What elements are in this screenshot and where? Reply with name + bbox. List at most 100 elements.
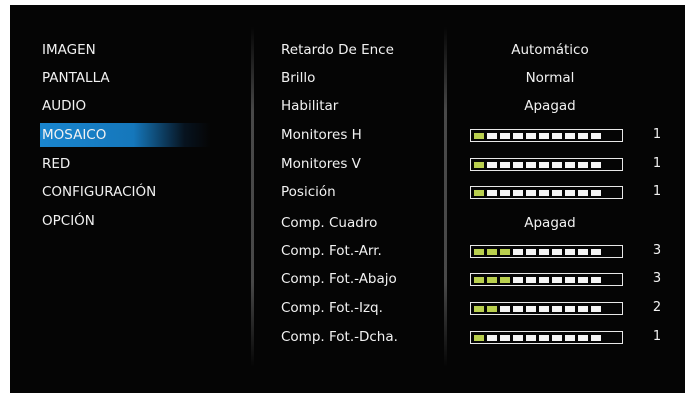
menu-item-label: RED bbox=[42, 156, 71, 172]
slider-segment bbox=[578, 189, 588, 196]
setting-label-habilitar[interactable]: Habilitar bbox=[281, 94, 338, 118]
setting-label-comp-dcha[interactable]: Comp. Fot.-Dcha. bbox=[281, 325, 398, 349]
slider-segment bbox=[578, 161, 588, 168]
menu-item-audio[interactable]: AUDIO bbox=[38, 94, 208, 118]
setting-value-habilitar[interactable]: Apagad bbox=[460, 94, 640, 118]
setting-label-monitores-v[interactable]: Monitores V bbox=[281, 152, 361, 176]
column-divider bbox=[251, 27, 254, 367]
setting-label-brillo[interactable]: Brillo bbox=[281, 66, 315, 90]
slider-value-comp-dcha: 1 bbox=[652, 329, 662, 344]
slider-segment bbox=[513, 305, 523, 312]
slider-segment bbox=[526, 334, 536, 341]
slider-segment bbox=[513, 334, 523, 341]
slider-segment bbox=[513, 189, 523, 196]
slider-segment bbox=[474, 334, 484, 341]
slider-segment bbox=[565, 248, 575, 255]
slider-segment bbox=[500, 334, 510, 341]
column-divider bbox=[444, 27, 447, 367]
slider-segment bbox=[591, 334, 601, 341]
slider-comp-abajo[interactable] bbox=[470, 273, 623, 286]
slider-segment bbox=[578, 248, 588, 255]
menu-item-label: OPCIÓN bbox=[42, 213, 95, 229]
slider-segment bbox=[487, 132, 497, 139]
setting-label-posicion[interactable]: Posición bbox=[281, 180, 336, 204]
setting-label-monitores-h[interactable]: Monitores H bbox=[281, 123, 362, 147]
slider-segment bbox=[500, 189, 510, 196]
slider-segment bbox=[565, 189, 575, 196]
slider-segment bbox=[513, 276, 523, 283]
slider-segment bbox=[591, 189, 601, 196]
slider-segment bbox=[578, 305, 588, 312]
slider-segment bbox=[487, 276, 497, 283]
menu-item-pantalla[interactable]: PANTALLA bbox=[38, 66, 208, 90]
slider-segment bbox=[526, 305, 536, 312]
menu-item-red[interactable]: RED bbox=[38, 152, 208, 176]
menu-item-label: CONFIGURACIÓN bbox=[42, 184, 157, 200]
slider-monitores-v[interactable] bbox=[470, 158, 623, 171]
slider-segment bbox=[591, 305, 601, 312]
menu-item-configuracion[interactable]: CONFIGURACIÓN bbox=[38, 180, 208, 204]
slider-segment bbox=[591, 276, 601, 283]
slider-segment bbox=[474, 305, 484, 312]
slider-segment bbox=[552, 305, 562, 312]
setting-label-comp-izq[interactable]: Comp. Fot.-Izq. bbox=[281, 296, 383, 320]
slider-segment bbox=[500, 276, 510, 283]
slider-value-monitores-h: 1 bbox=[652, 127, 662, 142]
setting-label-comp-cuadro[interactable]: Comp. Cuadro bbox=[281, 211, 377, 235]
slider-segment bbox=[500, 305, 510, 312]
slider-monitores-h[interactable] bbox=[470, 129, 623, 142]
slider-posicion[interactable] bbox=[470, 186, 623, 199]
slider-segment bbox=[565, 161, 575, 168]
slider-segment bbox=[526, 189, 536, 196]
slider-segment bbox=[565, 305, 575, 312]
setting-value-retardo[interactable]: Automático bbox=[460, 38, 640, 62]
slider-value-posicion: 1 bbox=[652, 184, 662, 199]
slider-value-comp-arr: 3 bbox=[652, 243, 662, 258]
slider-segment bbox=[539, 161, 549, 168]
slider-comp-arr[interactable] bbox=[470, 245, 623, 258]
slider-segment bbox=[526, 276, 536, 283]
slider-segment bbox=[526, 248, 536, 255]
menu-item-opcion[interactable]: OPCIÓN bbox=[38, 209, 208, 233]
slider-segment bbox=[578, 334, 588, 341]
slider-segment bbox=[513, 161, 523, 168]
slider-segment bbox=[578, 132, 588, 139]
slider-value-monitores-v: 1 bbox=[652, 156, 662, 171]
slider-segment bbox=[474, 189, 484, 196]
slider-segment bbox=[539, 248, 549, 255]
osd-menu-panel: IMAGEN PANTALLA AUDIO MOSAICO RED CONFIG… bbox=[10, 5, 685, 393]
slider-comp-izq[interactable] bbox=[470, 302, 623, 315]
slider-segment bbox=[474, 132, 484, 139]
slider-segment bbox=[500, 132, 510, 139]
slider-value-comp-abajo: 3 bbox=[652, 271, 662, 286]
slider-segment bbox=[552, 189, 562, 196]
slider-segment bbox=[487, 161, 497, 168]
slider-segment bbox=[591, 161, 601, 168]
slider-segment bbox=[552, 161, 562, 168]
slider-segment bbox=[487, 189, 497, 196]
menu-item-label: IMAGEN bbox=[42, 42, 96, 58]
slider-segment bbox=[552, 276, 562, 283]
slider-comp-dcha[interactable] bbox=[470, 331, 623, 344]
slider-segment bbox=[487, 305, 497, 312]
setting-label-retardo[interactable]: Retardo De Ence bbox=[281, 38, 394, 62]
setting-label-comp-arr[interactable]: Comp. Fot.-Arr. bbox=[281, 239, 382, 263]
setting-value-brillo[interactable]: Normal bbox=[460, 66, 640, 90]
menu-item-label: AUDIO bbox=[42, 98, 87, 114]
setting-value-comp-cuadro[interactable]: Apagad bbox=[460, 211, 640, 235]
slider-segment bbox=[500, 248, 510, 255]
slider-segment bbox=[513, 248, 523, 255]
slider-segment bbox=[552, 334, 562, 341]
slider-segment bbox=[539, 132, 549, 139]
slider-segment bbox=[565, 276, 575, 283]
menu-item-mosaico[interactable]: MOSAICO bbox=[38, 123, 210, 147]
slider-segment bbox=[500, 161, 510, 168]
slider-segment bbox=[474, 276, 484, 283]
menu-item-imagen[interactable]: IMAGEN bbox=[38, 38, 208, 62]
slider-value-comp-izq: 2 bbox=[652, 300, 662, 315]
setting-label-comp-abajo[interactable]: Comp. Fot.-Abajo bbox=[281, 267, 397, 291]
menu-item-label: PANTALLA bbox=[42, 70, 110, 86]
slider-segment bbox=[539, 305, 549, 312]
slider-segment bbox=[552, 248, 562, 255]
slider-segment bbox=[591, 248, 601, 255]
